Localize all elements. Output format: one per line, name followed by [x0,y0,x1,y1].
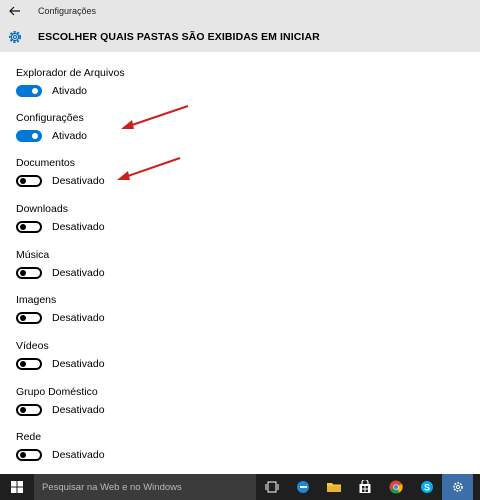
taskbar: Pesquisar na Web e no Windows S [0,474,480,500]
toggle-state: Desativado [52,449,105,461]
setting-label: Rede [16,431,42,443]
toggle-state: Desativado [52,221,105,233]
toggle-switch[interactable] [16,312,42,324]
setting-label: Explorador de Arquivos [16,67,125,79]
setting-label: Música [16,249,50,261]
setting-label: Grupo Doméstico [16,386,98,398]
back-button[interactable] [0,0,30,22]
skype-icon[interactable]: S [411,474,442,500]
setting-label: Documentos [16,157,75,169]
toggle-switch[interactable] [16,221,42,233]
start-button[interactable] [0,474,34,500]
store-icon[interactable] [349,474,380,500]
toggle-switch[interactable] [16,449,42,461]
toggle-switch[interactable] [16,358,42,370]
window-title: Configurações [38,6,97,16]
folder-setting-downloads: Downloads Desativado [16,202,105,233]
toggle-switch[interactable] [16,404,42,416]
back-arrow-icon [9,6,20,16]
folder-setting-explorador: Explorador de Arquivos Ativado [16,66,125,97]
title-bar: Configurações [0,0,480,22]
setting-label: Configurações [16,112,84,124]
folder-setting-videos: Vídeos Desativado [16,339,105,370]
folder-setting-configuracoes: Configurações Ativado [16,111,87,142]
gear-icon [0,22,30,52]
toggle-switch[interactable] [16,267,42,279]
toggle-switch[interactable] [16,175,42,187]
svg-text:S: S [423,483,429,493]
file-explorer-icon[interactable] [318,474,349,500]
taskbar-search[interactable]: Pesquisar na Web e no Windows [34,474,256,500]
setting-label: Vídeos [16,340,49,352]
toggle-state: Desativado [52,175,105,187]
search-placeholder: Pesquisar na Web e no Windows [42,481,182,493]
setting-label: Downloads [16,203,68,215]
folder-setting-grupo-domestico: Grupo Doméstico Desativado [16,385,105,416]
toggle-state: Desativado [52,404,105,416]
page-title: ESCOLHER QUAIS PASTAS SÃO EXIBIDAS EM IN… [38,31,320,43]
folder-setting-rede: Rede Desativado [16,430,105,461]
toggle-state: Ativado [52,85,88,97]
toggle-switch[interactable] [16,130,42,142]
toggle-state: Desativado [52,312,105,324]
setting-label: Imagens [16,294,57,306]
folder-settings-list: Explorador de Arquivos Ativado Configura… [0,52,480,468]
folder-setting-documentos: Documentos Desativado [16,156,105,187]
toggle-state: Desativado [52,358,105,370]
toggle-state: Desativado [52,267,105,279]
page-header: ESCOLHER QUAIS PASTAS SÃO EXIBIDAS EM IN… [0,22,480,52]
windows-logo-icon [11,481,23,493]
chrome-icon[interactable] [380,474,411,500]
settings-icon[interactable] [442,474,473,500]
edge-icon[interactable] [287,474,318,500]
toggle-state: Ativado [52,130,88,142]
folder-setting-imagens: Imagens Desativado [16,293,105,324]
toggle-switch[interactable] [16,85,42,97]
task-view-icon[interactable] [256,474,287,500]
folder-setting-musica: Música Desativado [16,248,105,279]
